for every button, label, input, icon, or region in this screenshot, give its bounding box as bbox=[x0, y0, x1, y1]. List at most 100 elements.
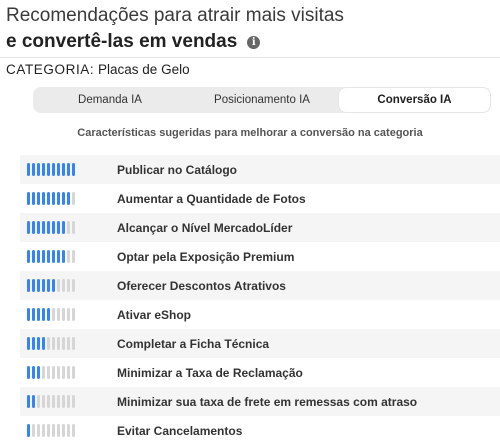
list-item: Ativar eShop bbox=[20, 300, 500, 329]
priority-bar bbox=[27, 163, 30, 176]
priority-bar bbox=[27, 192, 30, 205]
info-icon[interactable]: i bbox=[247, 35, 261, 49]
priority-bar bbox=[47, 337, 50, 350]
priority-bar bbox=[57, 308, 60, 321]
priority-bar bbox=[37, 424, 40, 437]
priority-bar bbox=[67, 366, 70, 379]
priority-bar bbox=[52, 250, 55, 263]
priority-bar bbox=[57, 279, 60, 292]
priority-bar bbox=[57, 337, 60, 350]
priority-meter bbox=[27, 250, 75, 263]
priority-meter bbox=[27, 192, 75, 205]
category-line: CATEGORIA: Placas de Gelo bbox=[6, 62, 190, 77]
priority-bar bbox=[57, 250, 60, 263]
priority-bar bbox=[32, 366, 35, 379]
priority-bar bbox=[27, 424, 30, 437]
priority-bar bbox=[62, 308, 65, 321]
page-title-line2-text: e convertê-las em vendas bbox=[6, 31, 238, 52]
priority-bar bbox=[27, 308, 30, 321]
priority-bar bbox=[27, 337, 30, 350]
priority-bar bbox=[27, 221, 30, 234]
priority-bar bbox=[32, 308, 35, 321]
priority-bar bbox=[37, 192, 40, 205]
page-title-line2: e convertê-las em vendas i bbox=[6, 31, 261, 53]
priority-bar bbox=[32, 337, 35, 350]
recommendation-label: Aumentar a Quantidade de Fotos bbox=[117, 192, 306, 206]
priority-bar bbox=[62, 395, 65, 408]
tab-bar: Demanda IA Posicionamento IA Conversão I… bbox=[33, 87, 491, 113]
header-divider bbox=[0, 57, 500, 58]
recommendation-list: Publicar no Catálogo Aumentar a Quantidad… bbox=[20, 155, 500, 445]
priority-bar bbox=[57, 366, 60, 379]
priority-bar bbox=[52, 337, 55, 350]
priority-bar bbox=[47, 221, 50, 234]
tab-posicionamento-ia[interactable]: Posicionamento IA bbox=[186, 88, 338, 112]
recommendation-label: Ativar eShop bbox=[117, 308, 192, 322]
list-item: Optar pela Exposição Premium bbox=[20, 242, 500, 271]
list-item: Completar a Ficha Técnica bbox=[20, 329, 500, 358]
priority-bar bbox=[62, 279, 65, 292]
recommendation-label: Evitar Cancelamentos bbox=[117, 424, 243, 438]
list-item: Alcançar o Nível MercadoLíder bbox=[20, 213, 500, 242]
priority-bar bbox=[32, 250, 35, 263]
priority-bar bbox=[27, 366, 30, 379]
priority-bar bbox=[57, 192, 60, 205]
priority-bar bbox=[42, 424, 45, 437]
recommendation-label: Completar a Ficha Técnica bbox=[117, 337, 270, 351]
priority-bar bbox=[47, 395, 50, 408]
recommendation-label: Alcançar o Nível MercadoLíder bbox=[117, 221, 293, 235]
priority-bar bbox=[42, 308, 45, 321]
priority-meter bbox=[27, 366, 75, 379]
priority-bar bbox=[67, 337, 70, 350]
priority-bar bbox=[72, 192, 75, 205]
list-item: Oferecer Descontos Atrativos bbox=[20, 271, 500, 300]
priority-bar bbox=[72, 337, 75, 350]
recommendation-label: Minimizar a Taxa de Reclamação bbox=[117, 366, 303, 380]
priority-bar bbox=[42, 366, 45, 379]
priority-bar bbox=[52, 279, 55, 292]
tab-demanda-ia[interactable]: Demanda IA bbox=[34, 88, 186, 112]
priority-bar bbox=[62, 163, 65, 176]
priority-bar bbox=[62, 250, 65, 263]
priority-bar bbox=[27, 395, 30, 408]
priority-bar bbox=[37, 221, 40, 234]
list-item: Minimizar sua taxa de frete em remessas … bbox=[20, 387, 500, 416]
priority-bar bbox=[37, 279, 40, 292]
section-subtitle: Características sugeridas para melhorar … bbox=[77, 127, 423, 139]
priority-bar bbox=[67, 250, 70, 263]
priority-bar bbox=[52, 163, 55, 176]
recommendation-label: Publicar no Catálogo bbox=[117, 163, 238, 177]
priority-bar bbox=[37, 308, 40, 321]
priority-bar bbox=[42, 279, 45, 292]
priority-bar bbox=[32, 395, 35, 408]
priority-bar bbox=[37, 163, 40, 176]
priority-bar bbox=[42, 221, 45, 234]
priority-bar bbox=[27, 250, 30, 263]
priority-meter bbox=[27, 279, 75, 292]
priority-bar bbox=[72, 395, 75, 408]
priority-bar bbox=[47, 250, 50, 263]
priority-bar bbox=[47, 424, 50, 437]
priority-bar bbox=[72, 424, 75, 437]
priority-bar bbox=[37, 337, 40, 350]
priority-bar bbox=[72, 163, 75, 176]
priority-bar bbox=[52, 221, 55, 234]
priority-bar bbox=[42, 163, 45, 176]
priority-bar bbox=[42, 192, 45, 205]
priority-bar bbox=[32, 163, 35, 176]
priority-bar bbox=[67, 424, 70, 437]
priority-bar bbox=[72, 308, 75, 321]
tab-conversao-ia[interactable]: Conversão IA bbox=[339, 88, 490, 112]
priority-bar bbox=[57, 163, 60, 176]
priority-bar bbox=[32, 279, 35, 292]
priority-bar bbox=[42, 337, 45, 350]
list-item: Publicar no Catálogo bbox=[20, 155, 500, 184]
priority-bar bbox=[47, 163, 50, 176]
priority-bar bbox=[62, 424, 65, 437]
priority-bar bbox=[67, 308, 70, 321]
priority-bar bbox=[42, 395, 45, 408]
list-item: Minimizar a Taxa de Reclamação bbox=[20, 358, 500, 387]
priority-bar bbox=[67, 395, 70, 408]
recommendations-panel: Recomendações para atrair mais visitas e… bbox=[0, 0, 500, 447]
priority-bar bbox=[72, 221, 75, 234]
